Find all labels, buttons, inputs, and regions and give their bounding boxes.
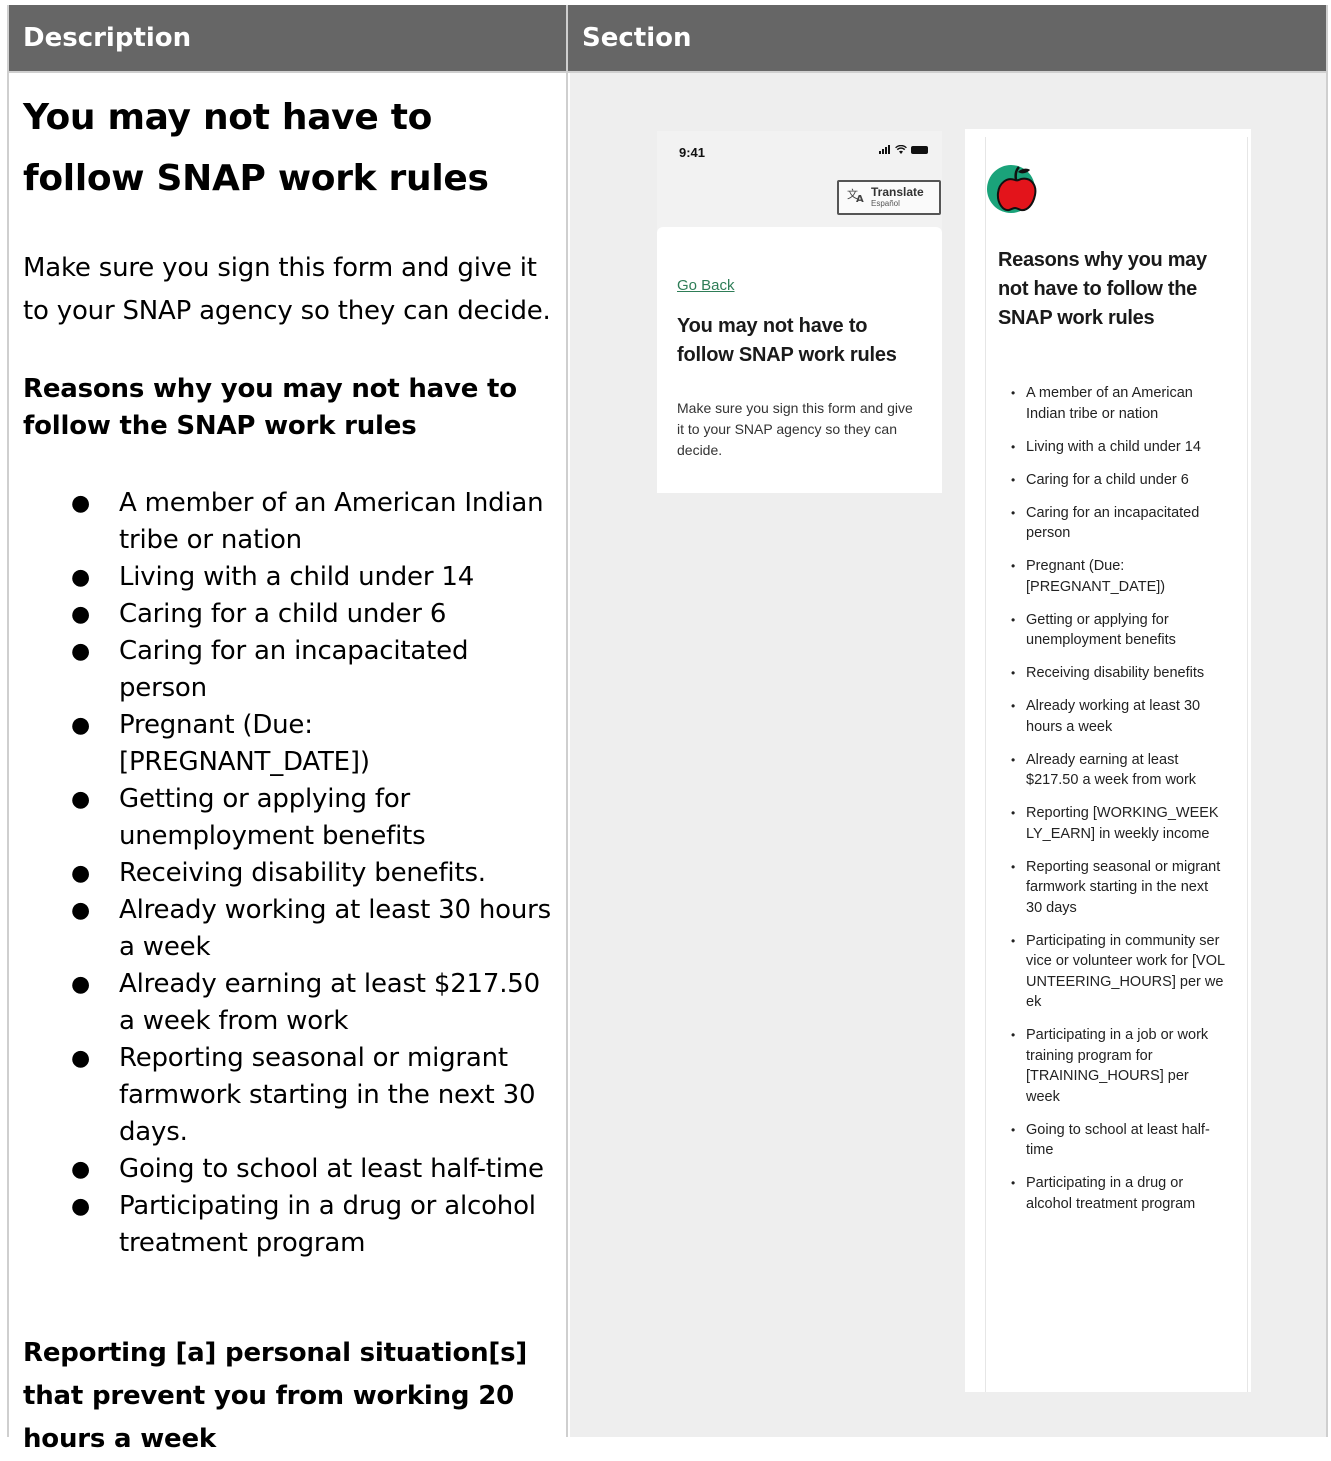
list-item: ● Reporting seasonal or migrant farmwork …: [71, 1043, 536, 1147]
list-item: • Reporting [WORKING_WEEKLY_EARN] in week…: [1011, 805, 1219, 842]
list-item: ● Going to school at least half-time: [71, 1154, 544, 1184]
section-column: 9:41 文A Translate Español Go Back You ma…: [570, 73, 1326, 1437]
content-table: Description Section You may not have to …: [7, 5, 1328, 1454]
battery-icon: [911, 145, 928, 154]
list-item: • Caring for an incapacitated person: [1011, 504, 1200, 542]
list-item: • Getting or applying for unemployment be…: [1011, 611, 1176, 649]
reasons-heading: Reasons why you may not have to follow t…: [23, 374, 517, 441]
list-item: ● Caring for a child under 6: [71, 599, 447, 629]
page-title: You may not have to follow SNAP work rul…: [23, 97, 489, 199]
translate-language: Español: [871, 198, 900, 208]
wifi-icon: [895, 144, 907, 154]
go-back-link[interactable]: Go Back: [677, 277, 922, 294]
reasons-list-mobile: • A member of an American Indian tribe or…: [1007, 383, 1226, 1227]
list-item: ● Caring for an incapacitated person: [71, 636, 469, 703]
translate-button[interactable]: 文A Translate Español: [837, 180, 941, 215]
screen-title: You may not have to follow SNAP work rul…: [677, 315, 897, 366]
header-description: Description: [9, 5, 568, 71]
reporting-heading: Reporting [a] personal situation[s] that…: [23, 1338, 528, 1454]
list-item: ● Getting or applying for unemployment be…: [71, 784, 426, 851]
status-time: 9:41: [679, 145, 706, 160]
list-item: ● A member of an American Indian tribe or…: [71, 488, 544, 555]
phone-screen-reasons: Reasons why you may not have to follow t…: [965, 129, 1251, 1392]
list-item: • Living with a child under 14: [1011, 438, 1201, 455]
list-item: ● Receiving disability benefits.: [71, 858, 486, 888]
list-item: • Going to school at least half-time: [1011, 1121, 1210, 1159]
list-item: • Already working at least 30 hours a wee…: [1011, 698, 1201, 735]
list-item: • Receiving disability benefits: [1011, 665, 1205, 681]
list-item: ● Living with a child under 14: [71, 562, 475, 592]
list-item: • Caring for a child under 6: [1011, 471, 1189, 488]
list-item: ● Already working at least 30 hours a wee…: [71, 895, 551, 962]
list-item: • A member of an American Indian tribe or…: [1011, 385, 1193, 422]
signal-icon: [879, 145, 891, 154]
list-item: • Reporting seasonal or migrant farmwork …: [1011, 858, 1221, 916]
list-item: • Participating in a drug or alcohol trea…: [1011, 1175, 1196, 1212]
list-item: • Participating in community service or v…: [1011, 932, 1226, 1011]
reasons-title: Reasons why you may not have to follow t…: [998, 249, 1207, 329]
list-item: ● Already earning at least $217.50 a week…: [71, 969, 540, 1036]
list-item: ● Participating in a drug or alcohol trea…: [71, 1191, 536, 1258]
list-item: • Pregnant (Due: [PREGNANT_DATE]): [1011, 558, 1166, 595]
svg-text:A: A: [856, 194, 864, 203]
translate-icon: 文A: [847, 187, 865, 208]
list-item: ● Pregnant (Due: [PREGNANT_DATE]): [71, 710, 370, 777]
list-item: • Already earning at least $217.50 a week…: [1011, 751, 1197, 789]
table-header: Description Section: [9, 5, 1326, 73]
screen-body: Make sure you sign this form and give it…: [677, 400, 913, 458]
description-column: You may not have to follow SNAP work rul…: [9, 73, 568, 1454]
apple-icon: [987, 165, 1037, 213]
translate-label: Translate: [871, 184, 924, 199]
status-bar-icons: [879, 144, 928, 154]
list-item: • Participating in a job or work training…: [1011, 1027, 1209, 1105]
intro-card: Go Back You may not have to follow SNAP …: [657, 227, 942, 493]
reasons-list: ● A member of an American Indian tribe or…: [23, 485, 552, 1262]
header-section: Section: [582, 23, 692, 53]
intro-text: Make sure you sign this form and give it…: [23, 253, 551, 326]
phone-screen-intro: 9:41 文A Translate Español Go Back You ma…: [657, 131, 942, 493]
